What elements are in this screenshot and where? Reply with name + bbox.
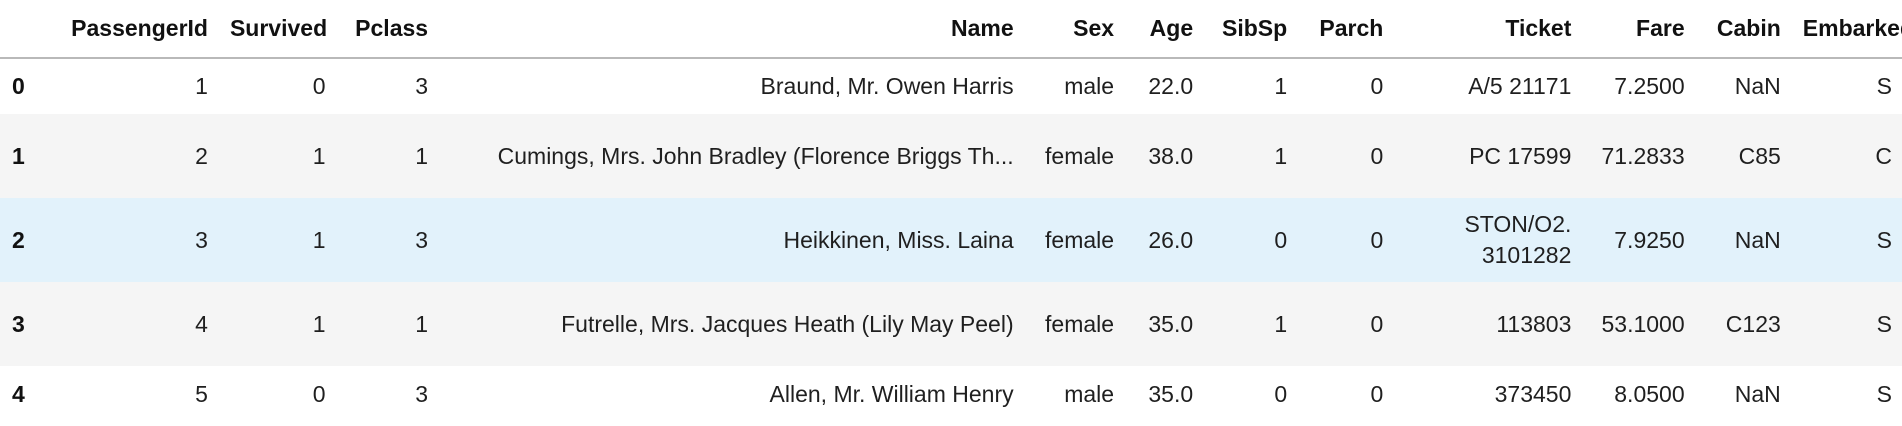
cell-pclass: 3 bbox=[415, 226, 429, 253]
header-age: Age bbox=[1124, 0, 1204, 59]
cell-passengerid: 1 bbox=[195, 73, 208, 99]
header-embarked: Embarked bbox=[1790, 0, 1902, 59]
cell-sex: male bbox=[1064, 380, 1115, 407]
cell-name: Cumings, Mrs. John Bradley (Florence Bri… bbox=[497, 142, 1014, 169]
header-sibsp: SibSp bbox=[1203, 0, 1298, 59]
row-index: 4 bbox=[12, 380, 25, 407]
cell-name: Allen, Mr. William Henry bbox=[769, 380, 1014, 407]
cell-sibsp: 0 bbox=[1274, 226, 1288, 253]
cell-name: Futrelle, Mrs. Jacques Heath (Lily May P… bbox=[561, 310, 1014, 337]
cell-age: 26.0 bbox=[1148, 226, 1194, 253]
cell-cabin: C123 bbox=[1725, 310, 1781, 337]
cell-sibsp: 0 bbox=[1274, 380, 1288, 407]
row-index: 2 bbox=[12, 226, 25, 253]
table-row: 0 1 0 3 Braund, Mr. Owen Harris male 22.… bbox=[0, 58, 1902, 114]
cell-parch: 0 bbox=[1370, 380, 1384, 407]
row-index: 3 bbox=[12, 310, 25, 337]
cell-fare: 8.0500 bbox=[1614, 380, 1685, 407]
cell-fare: 7.2500 bbox=[1614, 73, 1685, 99]
cell-age: 38.0 bbox=[1148, 142, 1194, 169]
header-fare: Fare bbox=[1581, 0, 1695, 59]
cell-cabin: C85 bbox=[1738, 142, 1781, 169]
header-passengerid: PassengerId bbox=[42, 0, 218, 59]
header-ticket: Ticket bbox=[1393, 0, 1582, 59]
cell-cabin: NaN bbox=[1734, 226, 1781, 253]
cell-ticket: PC 17599 bbox=[1469, 142, 1572, 169]
cell-sibsp: 1 bbox=[1274, 73, 1288, 99]
cell-fare: 7.9250 bbox=[1614, 226, 1685, 253]
table-row: 1 2 1 1 Cumings, Mrs. John Bradley (Flor… bbox=[0, 114, 1902, 198]
cell-ticket: 373450 bbox=[1494, 380, 1572, 407]
cell-pclass: 1 bbox=[415, 310, 429, 337]
cell-fare: 53.1000 bbox=[1601, 310, 1685, 337]
table-row: 2 3 1 3 Heikkinen, Miss. Laina female 26… bbox=[0, 198, 1902, 282]
cell-sex: female bbox=[1045, 226, 1115, 253]
cell-embarked: S bbox=[1876, 380, 1892, 407]
row-index: 1 bbox=[12, 142, 25, 169]
cell-parch: 0 bbox=[1370, 73, 1384, 99]
cell-parch: 0 bbox=[1370, 310, 1384, 337]
cell-cabin: NaN bbox=[1734, 380, 1781, 407]
row-index: 0 bbox=[12, 73, 25, 99]
cell-age: 35.0 bbox=[1148, 310, 1194, 337]
table-row: 3 4 1 1 Futrelle, Mrs. Jacques Heath (Li… bbox=[0, 282, 1902, 366]
header-survived: Survived bbox=[217, 0, 336, 59]
cell-parch: 0 bbox=[1370, 142, 1384, 169]
cell-age: 35.0 bbox=[1148, 380, 1194, 407]
cell-passengerid: 3 bbox=[195, 226, 208, 253]
cell-survived: 1 bbox=[312, 310, 326, 337]
cell-passengerid: 5 bbox=[195, 380, 208, 407]
header-cabin: Cabin bbox=[1694, 0, 1791, 59]
cell-survived: 1 bbox=[312, 142, 326, 169]
cell-sex: female bbox=[1045, 310, 1115, 337]
cell-survived: 0 bbox=[312, 380, 326, 407]
header-parch: Parch bbox=[1297, 0, 1394, 59]
header-name: Name bbox=[438, 0, 1024, 59]
cell-sex: female bbox=[1045, 142, 1115, 169]
cell-cabin: NaN bbox=[1734, 73, 1781, 99]
cell-survived: 0 bbox=[312, 73, 326, 99]
header-pclass: Pclass bbox=[335, 0, 439, 59]
cell-fare: 71.2833 bbox=[1601, 142, 1685, 169]
cell-pclass: 1 bbox=[415, 142, 429, 169]
cell-survived: 1 bbox=[312, 226, 326, 253]
cell-pclass: 3 bbox=[415, 73, 429, 99]
cell-passengerid: 4 bbox=[195, 310, 208, 337]
cell-embarked: S bbox=[1876, 73, 1892, 99]
header-index bbox=[0, 0, 43, 59]
cell-parch: 0 bbox=[1370, 226, 1384, 253]
cell-embarked: C bbox=[1875, 142, 1892, 169]
cell-age: 22.0 bbox=[1148, 73, 1194, 99]
cell-embarked: S bbox=[1876, 310, 1892, 337]
cell-sex: male bbox=[1064, 73, 1115, 99]
cell-sibsp: 1 bbox=[1274, 310, 1288, 337]
cell-pclass: 3 bbox=[415, 380, 429, 407]
cell-sibsp: 1 bbox=[1274, 142, 1288, 169]
cell-name: Braund, Mr. Owen Harris bbox=[760, 73, 1014, 99]
dataframe-table: PassengerId Survived Pclass Name Sex Age… bbox=[0, 0, 1902, 422]
cell-embarked: S bbox=[1876, 226, 1892, 253]
table-row: 4 5 0 3 Allen, Mr. William Henry male 35… bbox=[0, 366, 1902, 422]
cell-name: Heikkinen, Miss. Laina bbox=[783, 226, 1014, 253]
header-sex: Sex bbox=[1023, 0, 1125, 59]
cell-ticket: A/5 21171 bbox=[1468, 73, 1572, 99]
cell-ticket: 113803 bbox=[1496, 310, 1572, 337]
cell-ticket: STON/O2. 3101282 bbox=[1464, 211, 1572, 268]
cell-passengerid: 2 bbox=[195, 142, 208, 169]
header-row: PassengerId Survived Pclass Name Sex Age… bbox=[0, 0, 1902, 59]
